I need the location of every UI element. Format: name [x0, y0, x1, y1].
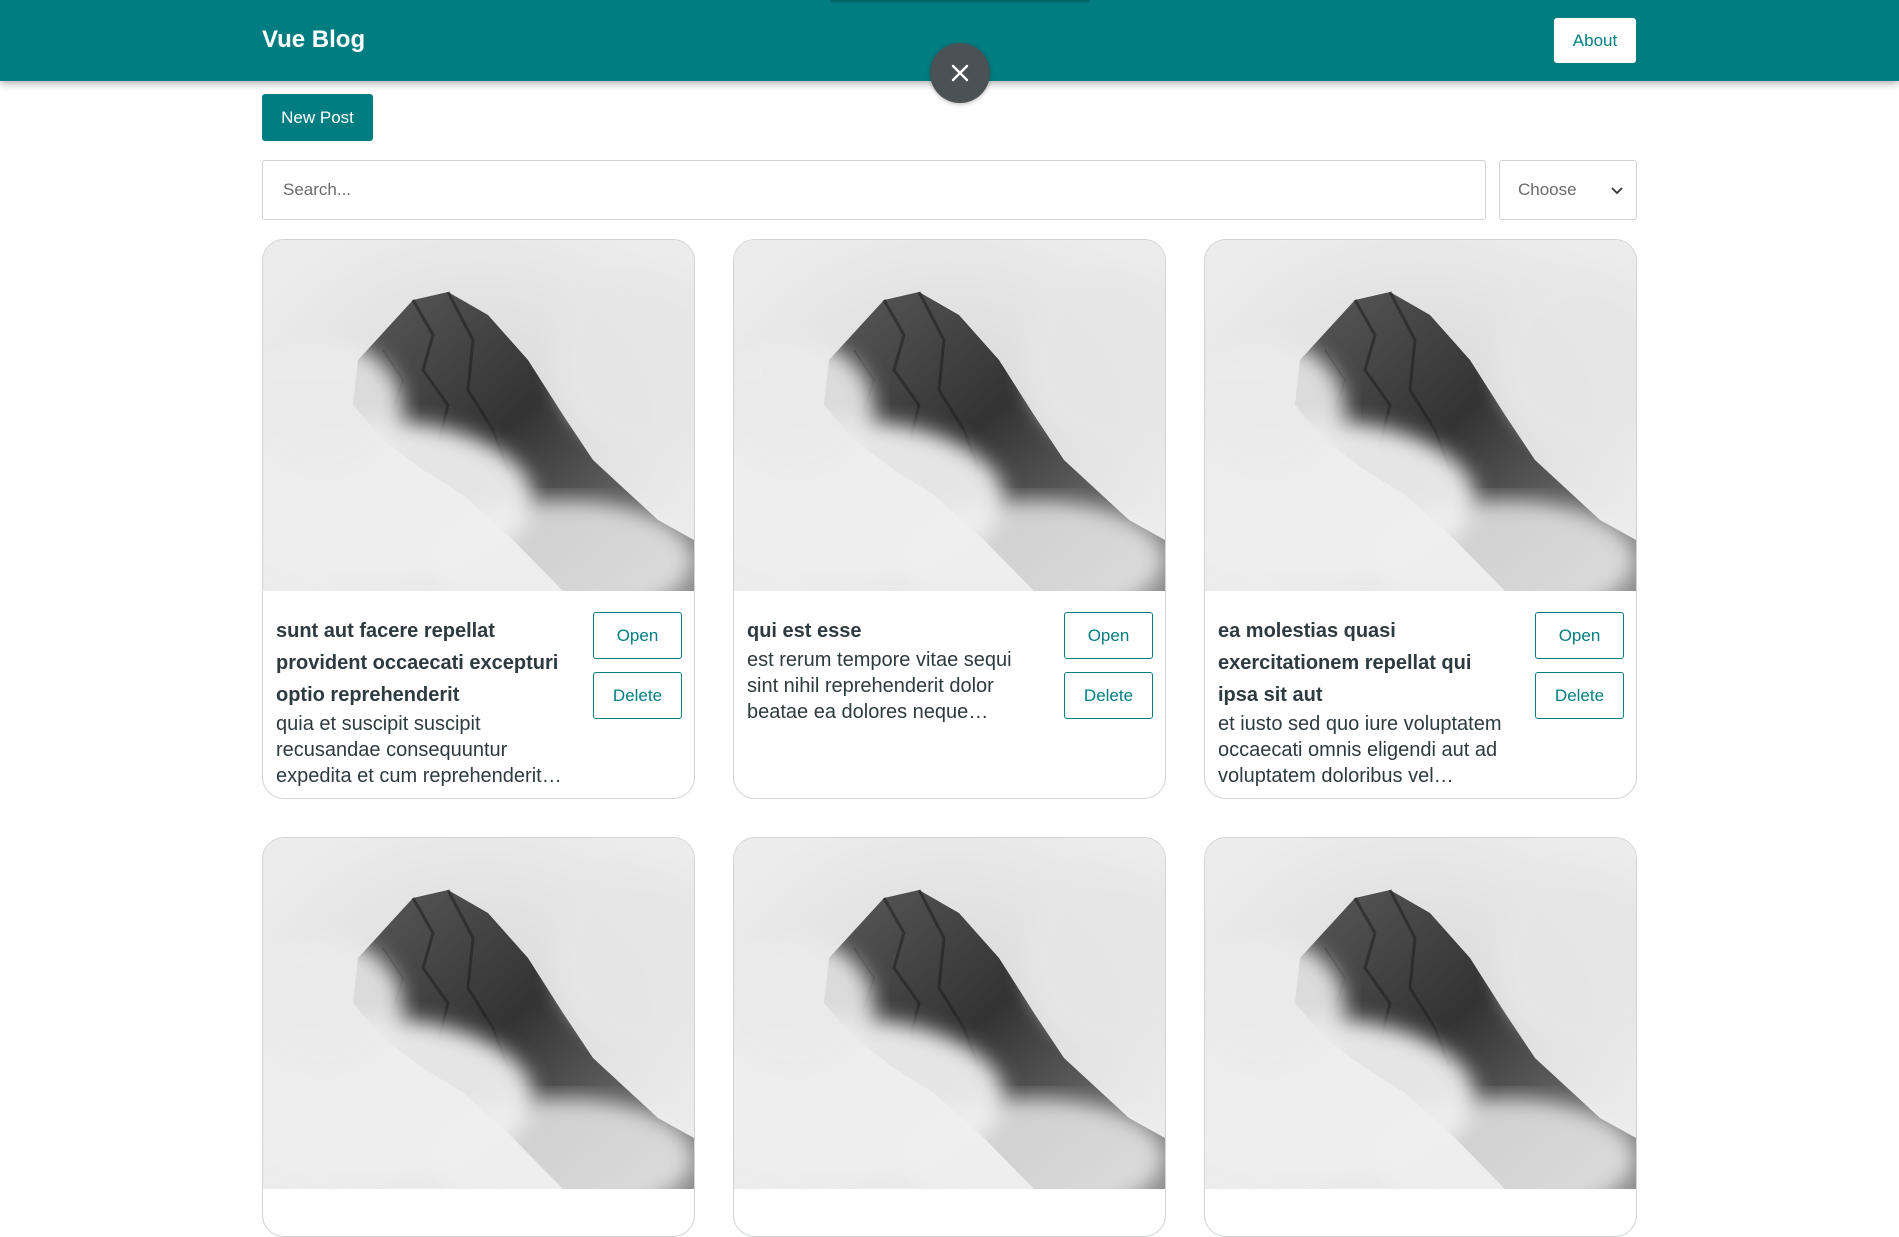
close-button[interactable]	[930, 43, 990, 103]
open-button[interactable]: Open	[1064, 612, 1153, 659]
post-card: sunt aut facere repellat provident occae…	[262, 239, 695, 799]
post-excerpt: est rerum tempore vitae sequi sint nihil…	[747, 649, 1012, 723]
close-icon	[951, 64, 969, 82]
chevron-down-icon	[1611, 187, 1623, 195]
delete-button[interactable]: Delete	[1535, 672, 1624, 719]
post-title: qui est esse	[747, 620, 862, 642]
post-image	[1205, 240, 1636, 591]
delete-button[interactable]: Delete	[1064, 672, 1153, 719]
post-card	[733, 837, 1166, 1237]
open-button[interactable]: Open	[1535, 612, 1624, 659]
post-image	[263, 838, 694, 1189]
drawer-handle	[830, 0, 1090, 4]
post-card: ea molestias quasi exercitationem repell…	[1204, 239, 1637, 799]
post-excerpt: et iusto sed quo iure voluptatem occaeca…	[1218, 713, 1502, 787]
post-card	[1204, 837, 1637, 1237]
sort-select[interactable]: Choose	[1499, 160, 1637, 220]
post-excerpt: quia et suscipit suscipit recusandae con…	[276, 713, 562, 787]
post-image	[734, 838, 1165, 1189]
post-image	[1205, 838, 1636, 1189]
brand-title[interactable]: Vue Blog	[262, 26, 365, 54]
open-button[interactable]: Open	[593, 612, 682, 659]
post-image	[734, 240, 1165, 591]
search-input[interactable]	[262, 160, 1486, 220]
sort-select-value: Choose	[1518, 180, 1577, 199]
post-image	[263, 240, 694, 591]
about-button[interactable]: About	[1554, 18, 1636, 63]
post-card	[262, 837, 695, 1237]
delete-button[interactable]: Delete	[593, 672, 682, 719]
post-title: ea molestias quasi exercitationem repell…	[1218, 620, 1472, 706]
post-card: qui est esse est rerum tempore vitae seq…	[733, 239, 1166, 799]
post-title: sunt aut facere repellat provident occae…	[276, 620, 559, 706]
new-post-button[interactable]: New Post	[262, 94, 373, 141]
